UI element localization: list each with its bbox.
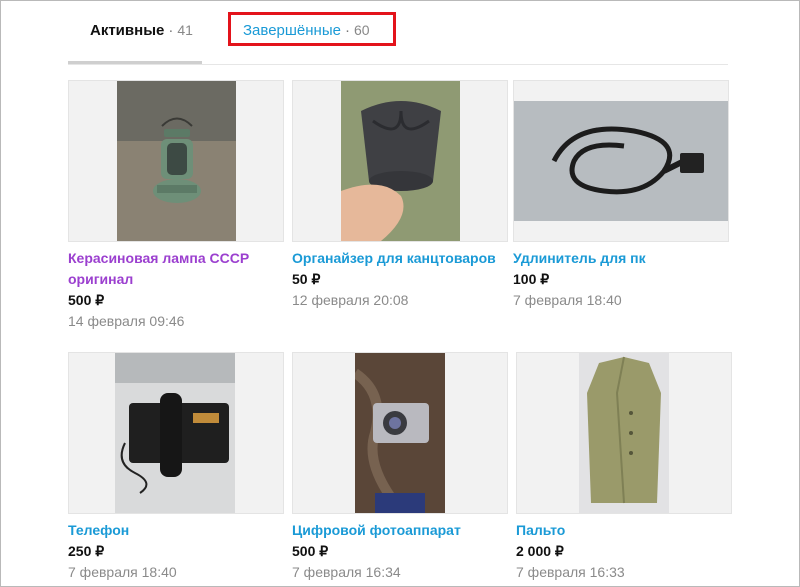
listing-tabs: Активные · 41 Завершённые · 60 (68, 0, 728, 66)
desk-organizer-photo (341, 81, 460, 241)
listing-photo[interactable] (513, 80, 729, 242)
listing-card[interactable]: Органайзер для канцтоваров 50 ₽ 12 февра… (292, 80, 508, 311)
listing-date: 12 февраля 20:08 (292, 292, 409, 308)
pc-power-cable-photo (514, 101, 728, 221)
listing-price: 100 ₽ (513, 271, 550, 287)
listing-title[interactable]: Удлинитель для пк (513, 248, 729, 269)
tabs-divider (68, 64, 728, 65)
listing-title[interactable]: Керасиновая лампа СССР оригинал (68, 248, 284, 290)
coat-photo (579, 353, 669, 513)
listing-date: 7 февраля 18:40 (68, 564, 177, 580)
listing-price: 250 ₽ (68, 543, 105, 559)
listing-photo[interactable] (292, 352, 508, 514)
listing-card[interactable]: Цифровой фотоаппарат 500 ₽ 7 февраля 16:… (292, 352, 508, 583)
listing-card[interactable]: Телефон 250 ₽ 7 февраля 18:40 (68, 352, 284, 583)
listing-card[interactable]: Удлинитель для пк 100 ₽ 7 февраля 18:40 (513, 80, 729, 311)
tab-active-count: 41 (177, 22, 193, 38)
kerosene-lamp-photo (117, 81, 236, 241)
listing-price: 2 000 ₽ (516, 543, 564, 559)
digital-camera-photo (355, 353, 445, 513)
listing-price: 500 ₽ (68, 292, 105, 308)
tab-active[interactable]: Активные · 41 (68, 20, 202, 64)
listing-photo[interactable] (68, 80, 284, 242)
listing-photo[interactable] (292, 80, 508, 242)
listing-card[interactable]: Керасиновая лампа СССР оригинал 500 ₽ 14… (68, 80, 284, 332)
listing-date: 7 февраля 16:34 (292, 564, 401, 580)
tab-highlight-box (228, 12, 396, 46)
listing-title[interactable]: Телефон (68, 520, 284, 541)
tab-active-label: Активные (90, 22, 165, 39)
desk-phone-photo (115, 353, 235, 513)
listing-title[interactable]: Органайзер для канцтоваров (292, 248, 508, 269)
listing-date: 7 февраля 16:33 (516, 564, 625, 580)
listing-title[interactable]: Цифровой фотоаппарат (292, 520, 508, 541)
listing-photo[interactable] (68, 352, 284, 514)
listing-photo[interactable] (516, 352, 732, 514)
listing-date: 7 февраля 18:40 (513, 292, 622, 308)
listing-date: 14 февраля 09:46 (68, 313, 185, 329)
listing-price: 500 ₽ (292, 543, 329, 559)
listing-card[interactable]: Пальто 2 000 ₽ 7 февраля 16:33 (516, 352, 732, 583)
listing-title[interactable]: Пальто (516, 520, 732, 541)
listing-price: 50 ₽ (292, 271, 321, 287)
